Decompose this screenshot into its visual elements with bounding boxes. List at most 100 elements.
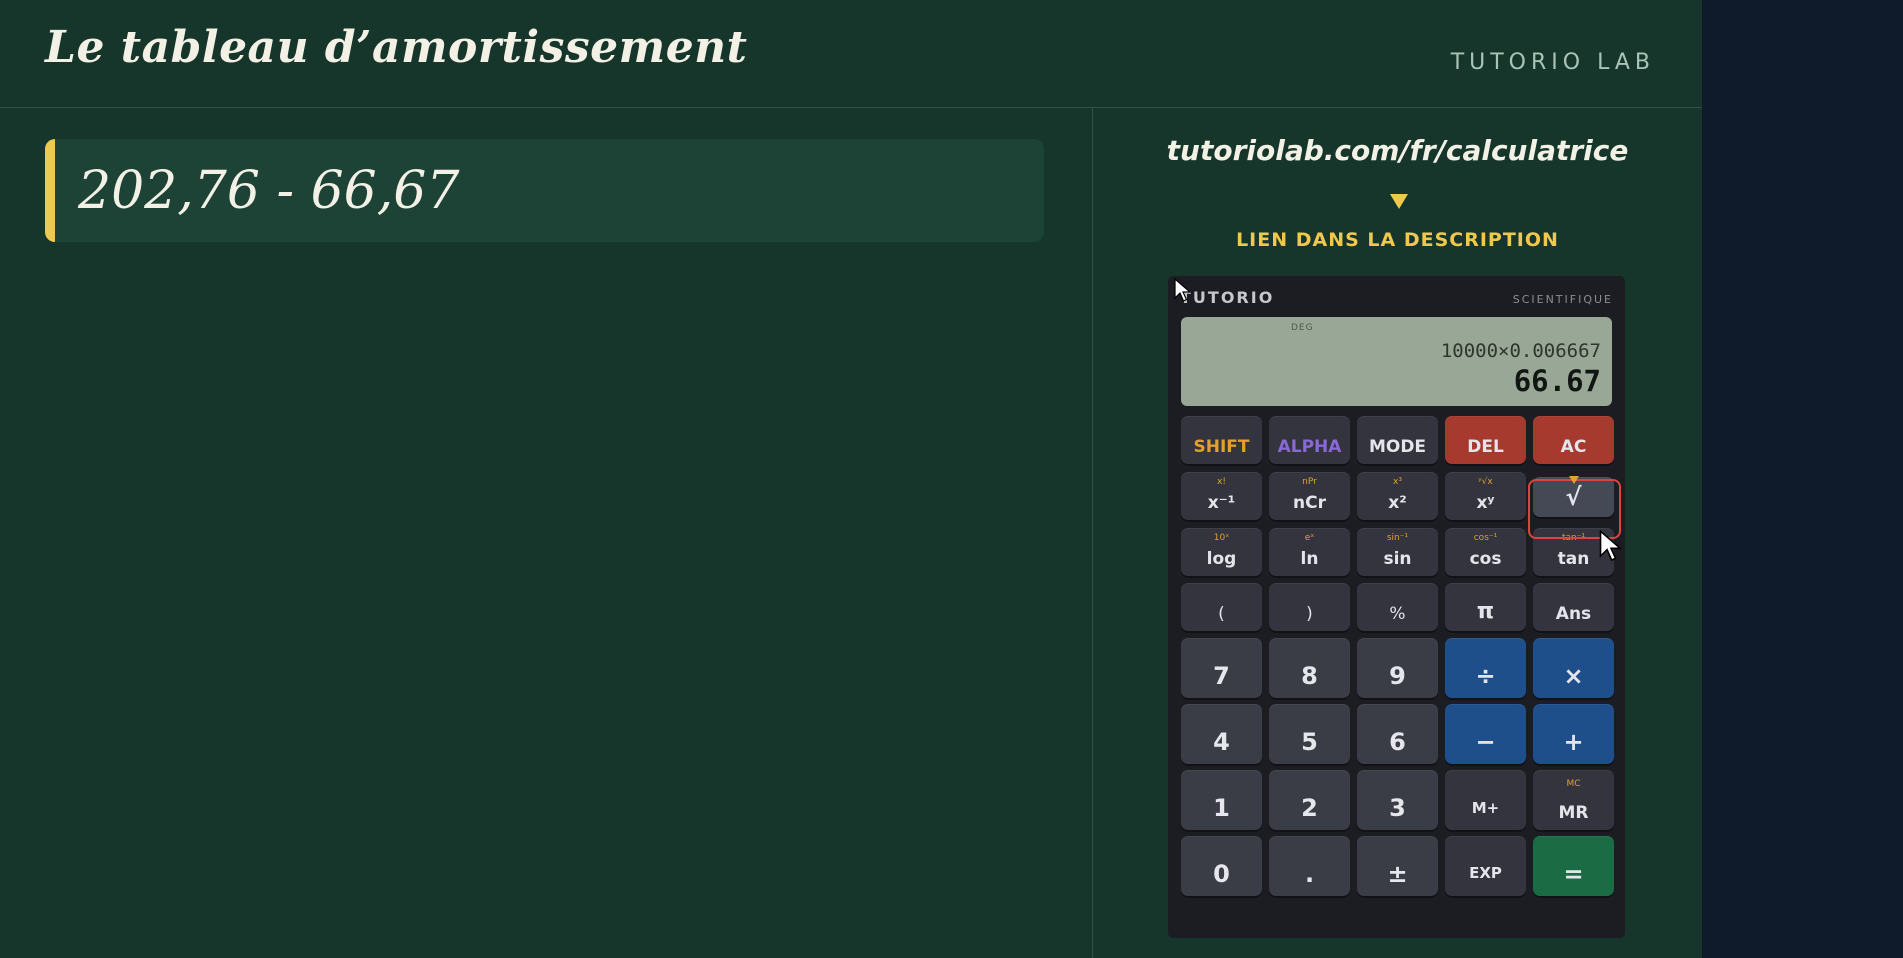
shift-key[interactable]: SHIFT	[1181, 416, 1262, 464]
shift-indicator-icon	[1569, 476, 1579, 484]
key-label: 2	[1301, 794, 1318, 822]
expression-card: 202,76 - 66,67	[45, 139, 1044, 242]
digit-0-key[interactable]: 0	[1181, 836, 1262, 896]
equals-key[interactable]: =	[1533, 836, 1614, 896]
promo-url: tutoriolab.com/fr/calculatrice	[1166, 134, 1629, 167]
log-key[interactable]: 10ˣ log	[1181, 528, 1262, 576]
key-label: MODE	[1368, 437, 1427, 457]
key-label: +	[1563, 728, 1584, 756]
key-label: DEL	[1467, 437, 1504, 457]
square-key[interactable]: x³ x²	[1357, 472, 1438, 520]
mouse-pointer-icon	[1174, 278, 1192, 302]
key-label: 9	[1389, 662, 1406, 690]
key-label: xʸ	[1476, 493, 1495, 513]
subtract-key[interactable]: −	[1445, 704, 1526, 764]
key-label: x⁻¹	[1207, 493, 1236, 513]
key-label: ±	[1387, 860, 1408, 888]
page-title: Le tableau d’amortissement	[45, 22, 748, 73]
digit-8-key[interactable]: 8	[1269, 638, 1350, 698]
promo-note: LIEN DANS LA DESCRIPTION	[1236, 229, 1559, 251]
digit-4-key[interactable]: 4	[1181, 704, 1262, 764]
expression-accent-bar	[45, 139, 55, 242]
expression-text: 202,76 - 66,67	[78, 161, 460, 221]
memory-recall-key[interactable]: MC MR	[1533, 770, 1614, 830]
digit-5-key[interactable]: 5	[1269, 704, 1350, 764]
key-label: 7	[1213, 662, 1230, 690]
key-label: log	[1206, 549, 1237, 569]
ncr-key[interactable]: nPr nCr	[1269, 472, 1350, 520]
key-label: %	[1389, 604, 1406, 624]
key-secondary-label: eˣ	[1304, 533, 1315, 543]
key-label: Ans	[1555, 604, 1592, 624]
key-label: ALPHA	[1277, 437, 1342, 457]
screen-expression: 10000×0.006667	[1440, 340, 1601, 362]
key-label: 3	[1389, 794, 1406, 822]
brand-logo-text: TUTORIO LAB	[1450, 50, 1655, 75]
key-label: 4	[1213, 728, 1230, 756]
close-paren-key[interactable]: )	[1269, 583, 1350, 631]
memory-add-key[interactable]: M+	[1445, 770, 1526, 830]
answer-key[interactable]: Ans	[1533, 583, 1614, 631]
pi-key[interactable]: π	[1445, 583, 1526, 631]
divide-key[interactable]: ÷	[1445, 638, 1526, 698]
key-secondary-label: ʸ√x	[1478, 477, 1493, 487]
digit-1-key[interactable]: 1	[1181, 770, 1262, 830]
cos-key[interactable]: cos⁻¹ cos	[1445, 528, 1526, 576]
key-label: −	[1475, 728, 1496, 756]
key-label: ×	[1563, 662, 1584, 690]
key-secondary-label: nPr	[1302, 477, 1317, 487]
calculator-brand: TUTORIO	[1180, 288, 1275, 307]
key-label: EXP	[1469, 864, 1502, 882]
deg-indicator: DEG	[1291, 323, 1314, 333]
percent-key[interactable]: %	[1357, 583, 1438, 631]
reciprocal-key[interactable]: x! x⁻¹	[1181, 472, 1262, 520]
digit-2-key[interactable]: 2	[1269, 770, 1350, 830]
digit-7-key[interactable]: 7	[1181, 638, 1262, 698]
key-label: )	[1306, 604, 1313, 624]
sin-key[interactable]: sin⁻¹ sin	[1357, 528, 1438, 576]
key-label: x²	[1388, 493, 1407, 513]
video-frame: Le tableau d’amortissement TUTORIO LAB 2…	[0, 0, 1702, 958]
add-key[interactable]: +	[1533, 704, 1614, 764]
mode-key[interactable]: MODE	[1357, 416, 1438, 464]
key-secondary-label: sin⁻¹	[1386, 533, 1409, 543]
key-label: 0	[1213, 860, 1230, 888]
mouse-pointer-icon	[1599, 530, 1623, 562]
digit-9-key[interactable]: 9	[1357, 638, 1438, 698]
multiply-key[interactable]: ×	[1533, 638, 1614, 698]
key-label: π	[1476, 599, 1495, 624]
key-label: AC	[1560, 437, 1587, 457]
digit-6-key[interactable]: 6	[1357, 704, 1438, 764]
key-label: =	[1563, 860, 1584, 888]
key-label: (	[1218, 604, 1225, 624]
plus-minus-key[interactable]: ±	[1357, 836, 1438, 896]
key-label: 1	[1213, 794, 1230, 822]
header: Le tableau d’amortissement TUTORIO LAB	[0, 0, 1702, 108]
power-key[interactable]: ʸ√x xʸ	[1445, 472, 1526, 520]
key-label: .	[1304, 860, 1315, 888]
digit-3-key[interactable]: 3	[1357, 770, 1438, 830]
calculator: TUTORIO SCIENTIFIQUE DEG 10000×0.006667 …	[1168, 276, 1625, 938]
decimal-point-key[interactable]: .	[1269, 836, 1350, 896]
exponent-key[interactable]: EXP	[1445, 836, 1526, 896]
key-label: ln	[1300, 549, 1319, 569]
calculator-mode-label: SCIENTIFIQUE	[1512, 293, 1613, 306]
delete-key[interactable]: DEL	[1445, 416, 1526, 464]
key-label: MR	[1558, 803, 1589, 823]
key-secondary-label: x!	[1217, 477, 1226, 487]
key-secondary-label: cos⁻¹	[1473, 533, 1498, 543]
all-clear-key[interactable]: AC	[1533, 416, 1614, 464]
calculator-screen: DEG 10000×0.006667 66.67	[1181, 317, 1612, 406]
alpha-key[interactable]: ALPHA	[1269, 416, 1350, 464]
key-label: 5	[1301, 728, 1318, 756]
column-divider	[1092, 108, 1093, 958]
key-secondary-label: 10ˣ	[1213, 533, 1230, 543]
key-label: ÷	[1475, 662, 1496, 690]
key-label: sin	[1383, 549, 1412, 569]
key-label: cos	[1469, 549, 1502, 569]
key-label: 8	[1301, 662, 1318, 690]
ln-key[interactable]: eˣ ln	[1269, 528, 1350, 576]
key-secondary-label: MC	[1566, 779, 1581, 789]
open-paren-key[interactable]: (	[1181, 583, 1262, 631]
down-arrow-icon	[1390, 194, 1408, 209]
